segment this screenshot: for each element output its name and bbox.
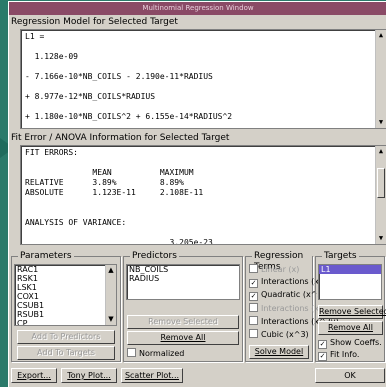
error-text-area[interactable]: FIT ERRORS: MEAN MAXIMUM RELATIVE 3.89% 8… — [20, 145, 386, 245]
normalized-label: Normalized — [139, 349, 185, 358]
show-coeffs-label: Show Coeffs. — [330, 338, 382, 347]
list-item[interactable]: CSUB1 — [15, 301, 106, 310]
add-to-targets-button[interactable]: Add To Targets — [17, 346, 115, 360]
predictors-label: Predictors — [130, 251, 179, 262]
check-icon: ✓ — [318, 352, 327, 361]
check-icon: ✓ — [249, 292, 258, 301]
parameters-list[interactable]: RAC1 RSK1 LSK1 COX1 CSUB1 RSUB1 CP ▲ ▼ — [14, 264, 117, 326]
list-item[interactable]: NB_COILS — [127, 265, 239, 274]
check-icon: ✓ — [249, 279, 258, 288]
model-scrollbar[interactable]: ▲ ▼ — [375, 30, 386, 128]
checkbox-box — [249, 316, 258, 325]
add-to-predictors-button[interactable]: Add To Predictors — [17, 330, 115, 344]
linear-label: Linear (x) — [261, 265, 300, 274]
text-line: ABSOLUTE 1.123E-11 2.108E-11 — [25, 188, 204, 197]
list-item[interactable]: LSK1 — [15, 283, 106, 292]
linear-checkbox[interactable]: Linear (x) — [249, 264, 299, 275]
checkbox-box — [249, 329, 258, 338]
scroll-down-icon[interactable]: ▼ — [377, 118, 385, 127]
checkbox-box — [249, 264, 258, 273]
scroll-up-icon[interactable]: ▲ — [377, 147, 385, 156]
targets-group: Targets L1 Remove Selected Remove All ✓ S… — [315, 251, 386, 362]
text-line: - 7.166e-10*NB_COILS - 2.190e-11*RADIUS — [25, 72, 213, 81]
export-button[interactable]: Export... — [11, 368, 57, 383]
checkbox-box — [249, 303, 258, 312]
fit-info-label: Fit Info. — [330, 350, 360, 359]
text-line: MEAN MAXIMUM — [25, 168, 194, 177]
tony-plot-label: Tony Plot... — [67, 371, 111, 380]
scroll-down-icon[interactable]: ▼ — [107, 315, 115, 324]
remove-all-mnemonic: Remove All — [160, 333, 206, 342]
scroll-down-icon[interactable]: ▼ — [377, 234, 385, 243]
targets-list[interactable]: L1 — [318, 264, 382, 300]
parameters-scrollbar[interactable]: ▲ ▼ — [105, 265, 116, 325]
tony-plot-button[interactable]: Tony Plot... — [61, 368, 117, 383]
list-item[interactable]: COX1 — [15, 292, 106, 301]
export-label: Export... — [17, 371, 51, 380]
text-line: + 1.180e-10*NB_COILS^2 + 6.155e-14*RADIU… — [25, 112, 233, 121]
show-coeffs-checkbox[interactable]: ✓ Show Coeffs. — [318, 338, 382, 349]
model-section-label: Regression Model for Selected Target — [11, 17, 178, 27]
list-item[interactable]: RADIUS — [127, 274, 239, 283]
parameters-label: Parameters — [18, 251, 74, 262]
check-icon: ✓ — [318, 340, 327, 349]
predictors-remove-selected-button[interactable]: Remove Selected — [127, 315, 239, 329]
list-item[interactable]: RSUB1 — [15, 310, 106, 319]
cubic-label: Cubic (x^3) — [261, 330, 309, 339]
scatter-plot-button[interactable]: Scatter Plot... — [121, 368, 183, 383]
scroll-up-icon[interactable]: ▲ — [107, 266, 115, 275]
text-line: 3.205e-23 — [25, 238, 213, 245]
cubic-checkbox[interactable]: Cubic (x^3) — [249, 329, 309, 340]
list-item[interactable]: L1 — [319, 265, 381, 274]
list-item[interactable]: RAC1 — [15, 265, 106, 274]
targets-remove-selected-button[interactable]: Remove Selected — [318, 305, 386, 319]
regression-terms-group: Regression Terms Linear (x) ✓ Interaction… — [245, 251, 339, 362]
list-item[interactable]: RSK1 — [15, 274, 106, 283]
fit-info-checkbox[interactable]: ✓ Fit Info. — [318, 350, 359, 361]
text-line: FIT ERRORS: — [25, 148, 78, 157]
parameters-group: Parameters RAC1 RSK1 LSK1 COX1 CSUB1 RSUB1 CP … — [11, 251, 121, 362]
text-line: L1 = — [25, 32, 45, 41]
predictors-list[interactable]: NB_COILS RADIUS — [126, 264, 240, 300]
checkbox-box — [127, 348, 136, 357]
list-item[interactable]: CP — [15, 319, 106, 325]
model-text-area[interactable]: L1 = 1.128e-09 - 7.166e-10*NB_COILS - 2.1… — [20, 29, 386, 129]
scroll-up-icon[interactable]: ▲ — [377, 31, 385, 40]
error-section-label: Fit Error / ANOVA Information for Select… — [11, 133, 230, 143]
ok-button[interactable]: OK — [315, 368, 385, 383]
window-title: Multinomial Regression Window — [9, 2, 386, 15]
targets-remove-all-label: Remove All — [328, 323, 373, 332]
text-line: 1.128e-09 — [25, 52, 78, 61]
solve-model-button[interactable]: Solve Model — [249, 345, 309, 359]
normalized-checkbox[interactable]: Normalized — [127, 348, 184, 359]
predictors-remove-all-button[interactable]: Remove All — [127, 331, 239, 345]
scatter-plot-label: Scatter Plot... — [124, 371, 180, 380]
solve-model-label: Solve Model — [254, 347, 304, 356]
predictors-group: Predictors NB_COILS RADIUS Remove Selecte… — [123, 251, 243, 362]
text-line: + 8.977e-12*NB_COILS*RADIUS — [25, 92, 156, 101]
targets-remove-selected-label: Remove Selected — [319, 307, 386, 316]
regression-window: Multinomial Regression Window Regression… — [8, 1, 386, 387]
targets-label: Targets — [322, 251, 359, 262]
targets-remove-all-button[interactable]: Remove All — [318, 321, 383, 335]
scroll-thumb[interactable] — [377, 168, 385, 198]
error-scrollbar[interactable]: ▲ ▼ — [375, 146, 386, 244]
text-line: RELATIVE 3.89% 8.89% — [25, 178, 184, 187]
text-line: ANALYSIS OF VARIANCE: — [25, 218, 127, 227]
